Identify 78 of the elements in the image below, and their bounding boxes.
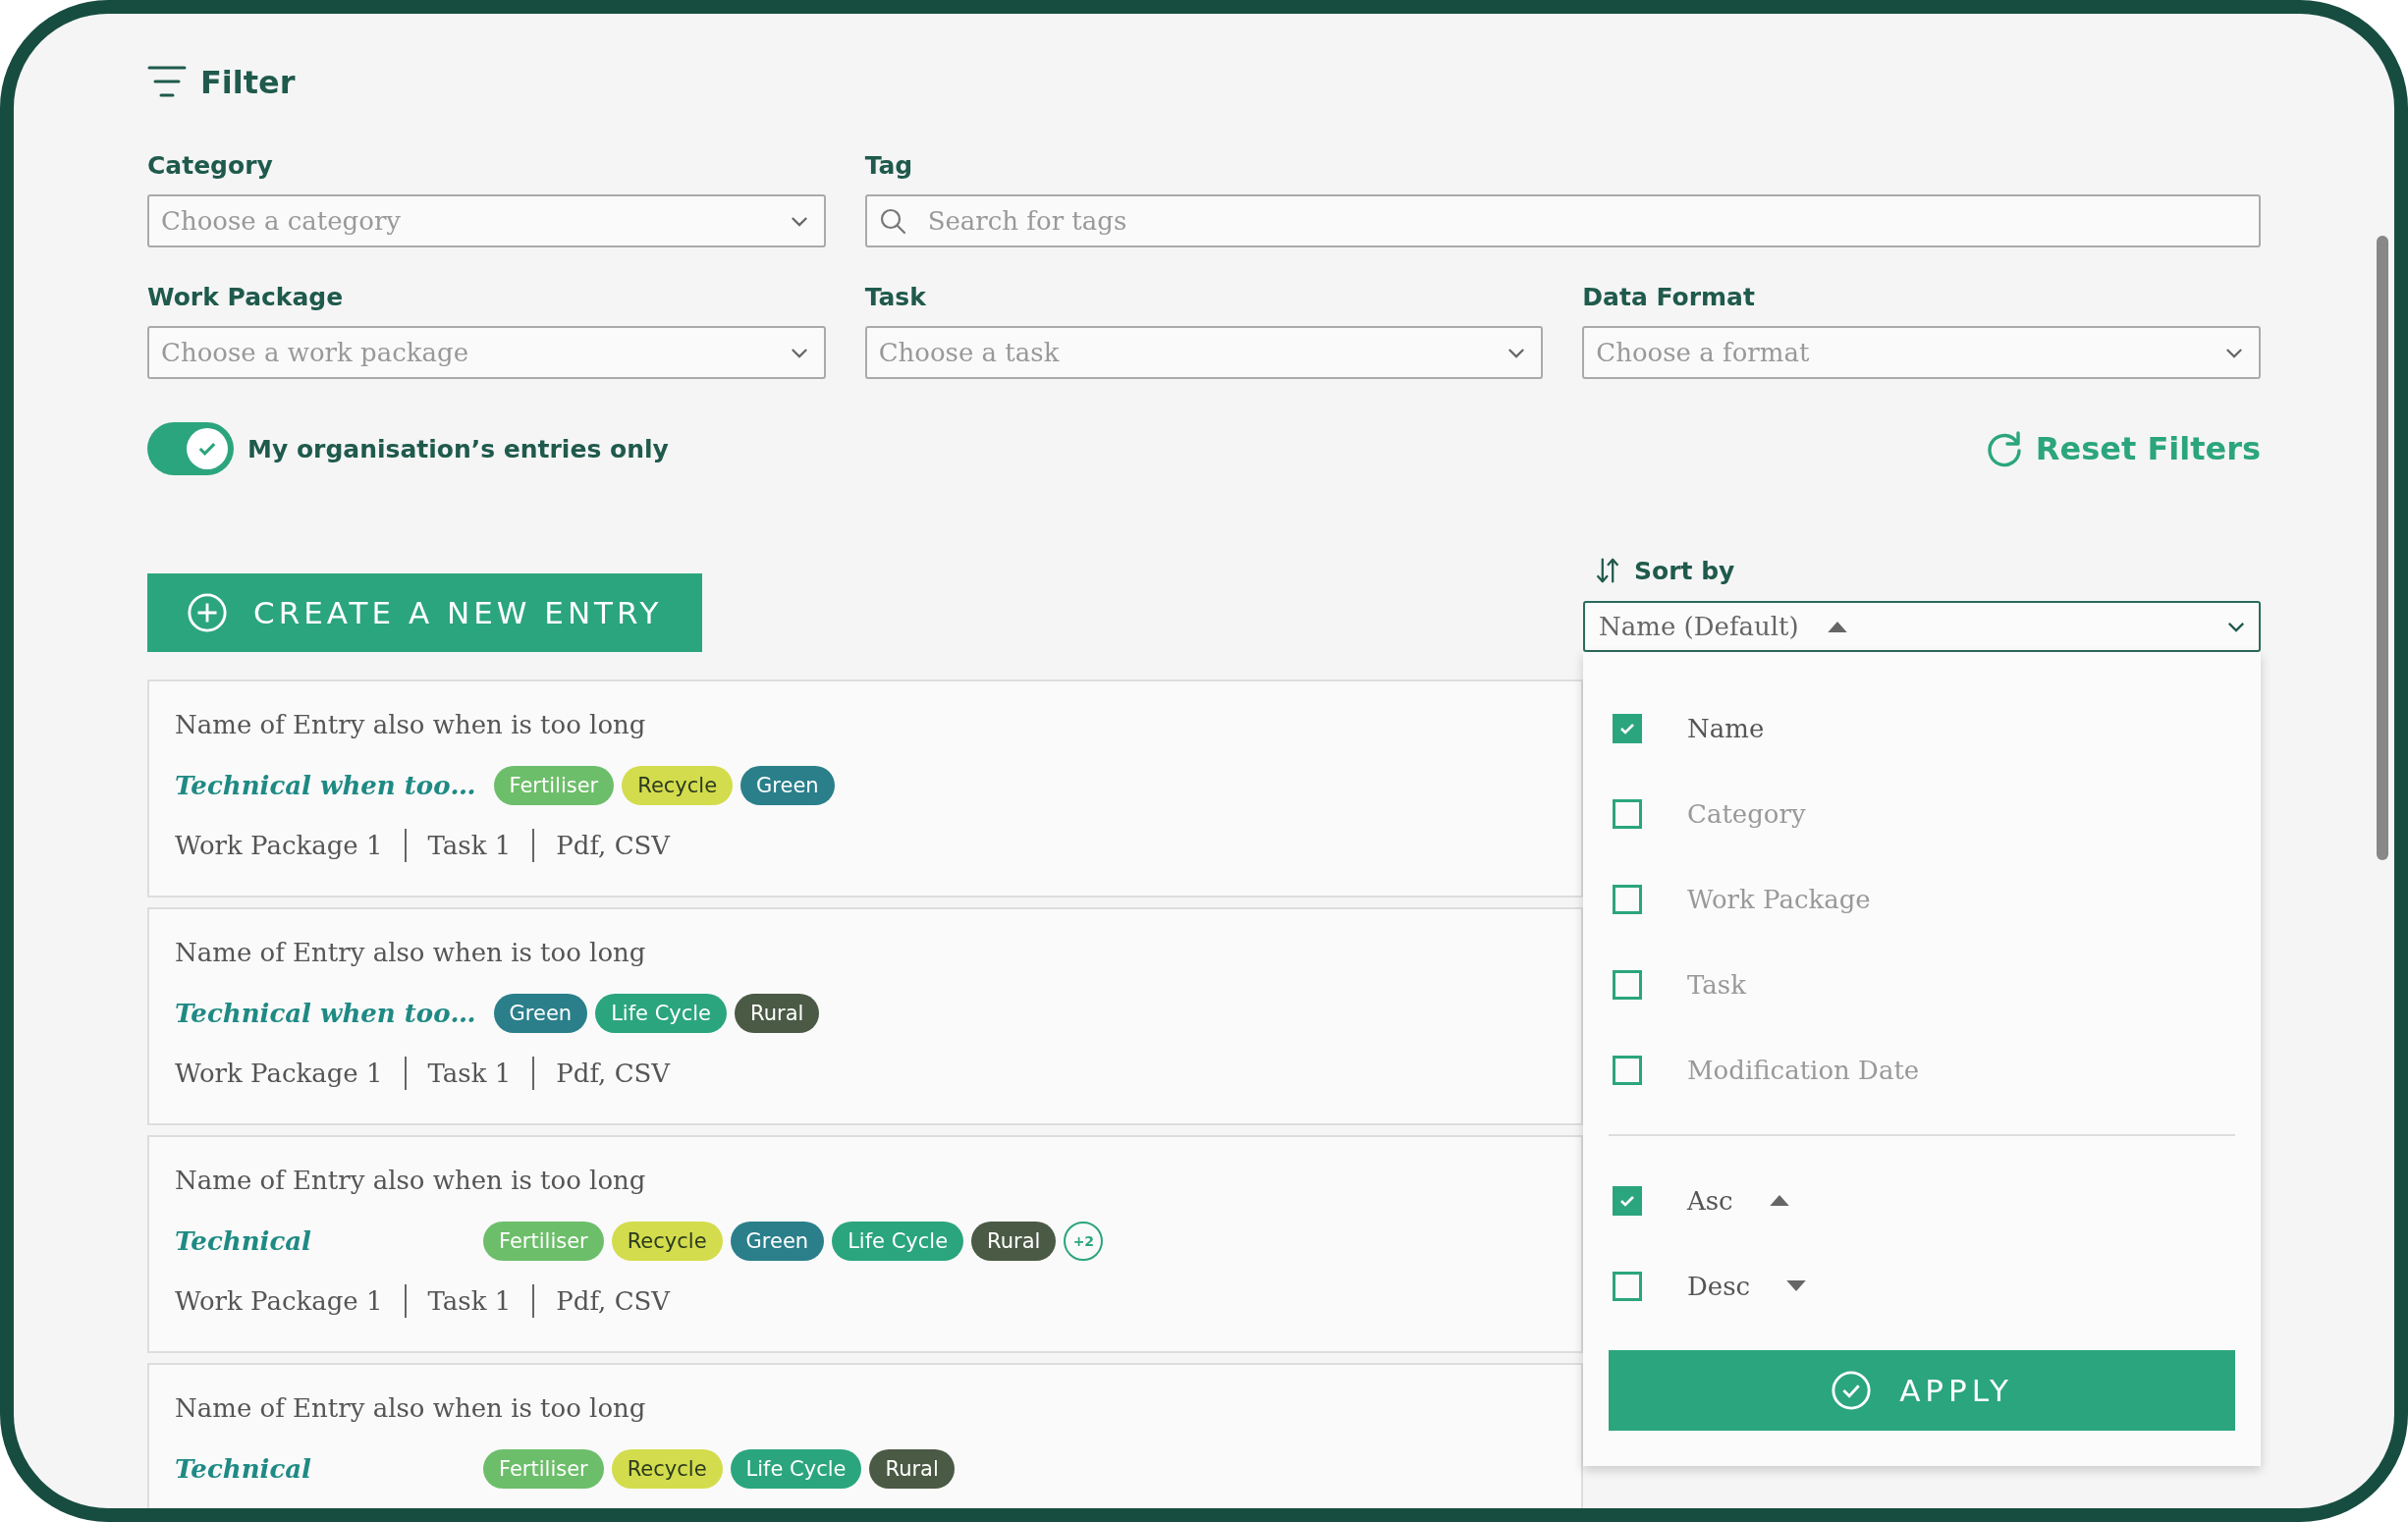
scrollbar[interactable]: [2377, 236, 2388, 860]
field-label: Task: [864, 283, 927, 312]
field-label: Tag: [864, 151, 914, 181]
tag-chip: Rural: [869, 1449, 955, 1489]
field-label: Work Package: [147, 283, 345, 312]
entry-meta: Work Package 1: [175, 831, 383, 860]
tag-chip: Recycle: [611, 1222, 723, 1261]
entry-name: Name of Entry also when is too long: [175, 709, 647, 741]
entry-card[interactable]: Name of Entry also when is too long Technical when too… Green Life Cycle Rural Work Package 1 Task 1 Pdf, CSV: [147, 907, 1583, 1125]
create-entry-button[interactable]: CREATE A NEW ENTRY: [147, 573, 702, 652]
tag-chip: Green: [730, 1222, 825, 1261]
tag-chip: Green: [493, 994, 588, 1033]
entry-meta: Pdf, CSV: [556, 1286, 671, 1316]
entry-meta: Work Package 1: [175, 1059, 383, 1088]
tag-chip: Green: [740, 766, 835, 805]
entry-meta: Pdf, CSV: [556, 831, 671, 860]
entry-category: Technical when too…: [175, 999, 476, 1028]
sort-icon: [1595, 556, 1620, 585]
field-label: Data Format: [1582, 283, 1756, 312]
filter-title: Filter: [200, 64, 296, 101]
triangle-up-icon: [1768, 1194, 1790, 1207]
tag-chip: Recycle: [611, 1449, 723, 1489]
tag-chip: Rural: [971, 1222, 1057, 1261]
triangle-down-icon: [1785, 1279, 1808, 1292]
plus-circle-icon: [187, 592, 228, 633]
dropdown-field[interactable]: Choose a category: [147, 194, 826, 247]
entry-name: Name of Entry also when is too long: [175, 1165, 647, 1197]
triangle-icon: [1826, 620, 1848, 633]
entry-card[interactable]: Name of Entry also when is too long Technical Fertiliser Recycle Green Life Cycle Rural +2 Work Package 1 Task 1 Pdf, CSV: [147, 1135, 1583, 1353]
entry-name: Name of Entry also when is too long: [175, 1392, 647, 1425]
chevron-down-icon: [790, 216, 808, 227]
order-option[interactable]: Desc: [1687, 1271, 1751, 1301]
entry-meta: Pdf, CSV: [556, 1059, 671, 1088]
entry-card[interactable]: Name of Entry also when is too long Technical when too… Fertiliser Recycle Green Work Package 1 Task 1 Pdf, CSV: [147, 679, 1583, 897]
checkbox[interactable]: [1613, 969, 1642, 1000]
entry-name: Name of Entry also when is too long: [175, 937, 647, 969]
search-icon: [878, 207, 906, 235]
sort-option[interactable]: Name: [1687, 713, 1765, 743]
toggle-label: My organisation’s entries only: [247, 434, 669, 463]
checkbox[interactable]: [1613, 884, 1642, 914]
chevron-down-icon: [1507, 348, 1526, 358]
check-circle-icon: [1831, 1370, 1873, 1411]
entry-category: Technical when too…: [175, 771, 476, 800]
checkbox[interactable]: [1613, 1185, 1642, 1216]
tag-chip: Life Cycle: [595, 994, 728, 1033]
field-label: Category: [147, 151, 274, 181]
dropdown-field[interactable]: Choose a format: [1582, 326, 2261, 379]
reset-filters-button[interactable]: Reset Filters: [1984, 429, 2261, 468]
tag-chip: Rural: [735, 994, 820, 1033]
tag-chip: Fertiliser: [493, 766, 615, 805]
entry-category: Technical: [175, 1454, 312, 1484]
apply-button[interactable]: APPLY: [1609, 1350, 2235, 1431]
toggle-switch[interactable]: [147, 422, 234, 475]
entry-meta: Task 1: [427, 831, 512, 860]
more-tags-badge[interactable]: +2: [1064, 1222, 1104, 1261]
entry-category: Technical: [175, 1226, 312, 1256]
chevron-down-icon: [2227, 621, 2245, 632]
tag-chip: Life Cycle: [832, 1222, 964, 1261]
tag-chip: Fertiliser: [483, 1222, 604, 1261]
tag-chip: Life Cycle: [730, 1449, 862, 1489]
checkbox[interactable]: [1613, 713, 1642, 743]
chevron-down-icon: [790, 348, 808, 358]
order-option[interactable]: Asc: [1687, 1185, 1733, 1216]
entry-meta: Work Package 1: [175, 1286, 383, 1316]
dropdown-field[interactable]: Choose a task: [864, 326, 1544, 379]
chevron-down-icon: [2225, 348, 2243, 358]
tag-chip: Recycle: [622, 766, 734, 805]
entry-meta: Task 1: [427, 1286, 512, 1316]
entry-card[interactable]: Name of Entry also when is too long Technical Fertiliser Recycle Life Cycle Rural: [147, 1363, 1583, 1508]
checkbox[interactable]: [1613, 1271, 1642, 1301]
sort-dropdown[interactable]: Name (Default): [1583, 601, 2261, 652]
search-field[interactable]: Search for tags: [864, 194, 2261, 247]
dropdown-field[interactable]: Choose a work package: [147, 326, 826, 379]
entry-meta: Task 1: [427, 1059, 512, 1088]
checkbox[interactable]: [1613, 798, 1642, 829]
tag-chip: Fertiliser: [483, 1449, 604, 1489]
sort-label: Sort by: [1634, 556, 1735, 585]
checkbox[interactable]: [1613, 1055, 1642, 1085]
